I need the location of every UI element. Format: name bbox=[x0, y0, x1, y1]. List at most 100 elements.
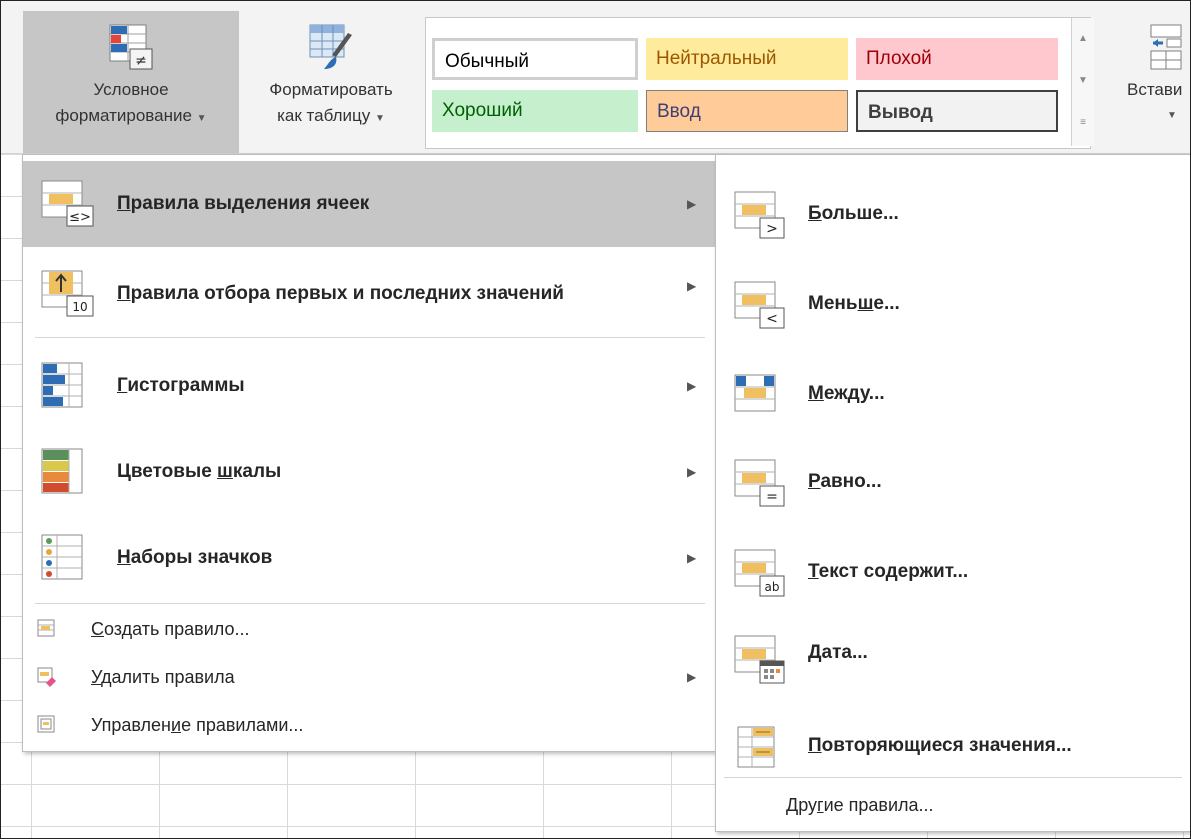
format-as-table-button[interactable]: Форматировать как таблицу ▼ bbox=[241, 11, 421, 153]
hotkey-letter: П bbox=[117, 283, 131, 304]
submenu-arrow-icon: ▶ bbox=[687, 279, 697, 293]
hotkey-letter: Т bbox=[808, 561, 819, 582]
submenu-item-greater-than[interactable]: > Больше... bbox=[716, 169, 1190, 259]
less-than-icon: < bbox=[734, 281, 788, 331]
menu-item-highlight-cells-rules[interactable]: ≤> Правила выделения ячеек ▶ bbox=[23, 161, 717, 247]
label-text: Цветовые bbox=[117, 461, 218, 482]
label-text: овторяющиеся значения... bbox=[821, 735, 1072, 756]
submenu-item-label: Дата... bbox=[808, 613, 868, 693]
format-as-table-label-1: Форматировать bbox=[269, 80, 393, 99]
conditional-formatting-label-1: Условное bbox=[93, 80, 169, 99]
icon-sets-icon bbox=[41, 534, 95, 582]
svg-text:≠: ≠ bbox=[135, 53, 147, 69]
hotkey-letter: Н bbox=[117, 547, 131, 568]
gallery-scroll-up-icon[interactable]: ▲ bbox=[1072, 18, 1094, 60]
insert-cells-icon bbox=[1147, 21, 1187, 73]
label-text: истограммы bbox=[127, 375, 245, 396]
hotkey-letter: Р bbox=[808, 471, 821, 492]
cell-styles-gallery: Обычный Нейтральный Плохой Хороший Ввод … bbox=[425, 17, 1091, 149]
menu-separator bbox=[35, 603, 705, 604]
svg-text:≤>: ≤> bbox=[69, 210, 91, 225]
submenu-item-more-rules[interactable]: Другие правила... bbox=[716, 785, 1190, 825]
label-text: екст содержит... bbox=[818, 561, 969, 582]
format-as-table-icon bbox=[306, 21, 356, 73]
menu-item-top-bottom-rules[interactable]: 10 Правила отбора первых и последних зна… bbox=[23, 251, 717, 337]
excel-window: ≠ Условное форматирование ▼ Форматироват… bbox=[0, 0, 1191, 839]
svg-text:<: < bbox=[766, 311, 778, 327]
highlight-cells-rules-submenu: > Больше... < Меньше... Между... = Равно… bbox=[715, 154, 1190, 832]
hotkey-letter: С bbox=[91, 619, 104, 639]
submenu-item-equal-to[interactable]: = Равно... bbox=[716, 437, 1190, 527]
label-text: далить правила bbox=[101, 667, 235, 687]
submenu-item-text-contains[interactable]: ab Текст содержит... bbox=[716, 527, 1190, 617]
label-text: ежду... bbox=[823, 383, 885, 404]
chevron-down-icon: ▼ bbox=[1167, 110, 1177, 121]
style-output[interactable]: Вывод bbox=[856, 90, 1058, 132]
between-icon bbox=[734, 371, 788, 421]
label-text: равила выделения ячеек bbox=[130, 193, 370, 214]
submenu-item-label: Меньше... bbox=[808, 259, 900, 349]
text-contains-icon: ab bbox=[734, 549, 788, 599]
hotkey-letter: Г bbox=[117, 375, 128, 396]
menu-item-label: Правила выделения ячеек bbox=[117, 161, 369, 247]
greater-than-icon: > bbox=[734, 191, 788, 241]
menu-item-label: Наборы значков bbox=[117, 515, 272, 601]
new-rule-icon bbox=[37, 619, 57, 639]
label-text: равила отбора первых и последних значени… bbox=[130, 283, 564, 304]
gallery-scrollbar[interactable]: ▲ ▼ ≡ bbox=[1071, 18, 1094, 146]
menu-item-color-scales[interactable]: Цветовые шкалы ▶ bbox=[23, 429, 717, 515]
label-text: аборы значков bbox=[130, 547, 273, 568]
manage-rules-icon bbox=[37, 715, 57, 735]
style-bad[interactable]: Плохой bbox=[856, 38, 1058, 80]
conditional-formatting-menu: ≤> Правила выделения ячеек ▶ 10 Правила … bbox=[22, 154, 718, 752]
chevron-down-icon: ▼ bbox=[374, 113, 385, 124]
hotkey-letter: ш bbox=[857, 293, 874, 314]
svg-text:ab: ab bbox=[765, 580, 780, 594]
label-text: е... bbox=[873, 293, 900, 314]
color-scales-icon bbox=[41, 448, 95, 496]
label-text: ата... bbox=[821, 642, 868, 663]
date-occurring-icon bbox=[734, 635, 788, 685]
svg-text:10: 10 bbox=[72, 300, 87, 314]
hotkey-letter: Д bbox=[808, 642, 822, 663]
menu-item-clear-rules[interactable]: Удалить правила ▶ bbox=[23, 657, 717, 697]
menu-item-label: Правила отбора первых и последних значен… bbox=[117, 251, 564, 337]
hotkey-letter: г bbox=[817, 795, 824, 815]
gallery-more-icon[interactable]: ≡ bbox=[1072, 102, 1094, 144]
conditional-formatting-button[interactable]: ≠ Условное форматирование ▼ bbox=[23, 11, 239, 153]
menu-item-label: Управление правилами... bbox=[91, 705, 303, 745]
submenu-item-label: Между... bbox=[808, 349, 885, 439]
conditional-formatting-label-2: форматирование ▼ bbox=[23, 103, 239, 132]
menu-item-manage-rules[interactable]: Управление правилами... bbox=[23, 705, 717, 745]
menu-item-icon-sets[interactable]: Наборы значков ▶ bbox=[23, 515, 717, 601]
style-input[interactable]: Ввод bbox=[646, 90, 848, 132]
menu-separator bbox=[724, 777, 1182, 778]
submenu-item-date-occurring[interactable]: Дата... bbox=[716, 613, 1190, 703]
label-text: авно... bbox=[820, 471, 882, 492]
style-neutral[interactable]: Нейтральный bbox=[646, 38, 848, 80]
highlight-rules-icon: ≤> bbox=[41, 180, 95, 228]
label-text: оздать правило... bbox=[104, 619, 250, 639]
menu-separator bbox=[35, 337, 705, 338]
menu-item-data-bars[interactable]: Гистограммы ▶ bbox=[23, 343, 717, 429]
submenu-arrow-icon: ▶ bbox=[687, 465, 697, 479]
menu-item-label: Создать правило... bbox=[91, 609, 250, 649]
label-text: Дру bbox=[786, 795, 817, 815]
hotkey-letter: П bbox=[117, 193, 131, 214]
submenu-item-label: Больше... bbox=[808, 169, 899, 259]
submenu-arrow-icon: ▶ bbox=[687, 551, 697, 565]
style-normal[interactable]: Обычный bbox=[432, 38, 638, 80]
submenu-item-between[interactable]: Между... bbox=[716, 349, 1190, 439]
submenu-arrow-icon: ▶ bbox=[687, 197, 697, 211]
style-good[interactable]: Хороший bbox=[432, 90, 638, 132]
duplicate-values-icon bbox=[734, 723, 788, 773]
submenu-item-less-than[interactable]: < Меньше... bbox=[716, 259, 1190, 349]
label-text: е правилами... bbox=[181, 715, 304, 735]
insert-label: Встави bbox=[1127, 80, 1183, 99]
top-bottom-rules-icon: 10 bbox=[41, 270, 95, 318]
menu-item-new-rule[interactable]: Создать правило... bbox=[23, 609, 717, 649]
insert-button[interactable]: Встави ▼ bbox=[1119, 11, 1190, 153]
gallery-scroll-down-icon[interactable]: ▼ bbox=[1072, 60, 1094, 102]
conditional-formatting-icon: ≠ bbox=[106, 21, 156, 73]
ribbon-home-styles: ≠ Условное форматирование ▼ Форматироват… bbox=[1, 1, 1190, 154]
